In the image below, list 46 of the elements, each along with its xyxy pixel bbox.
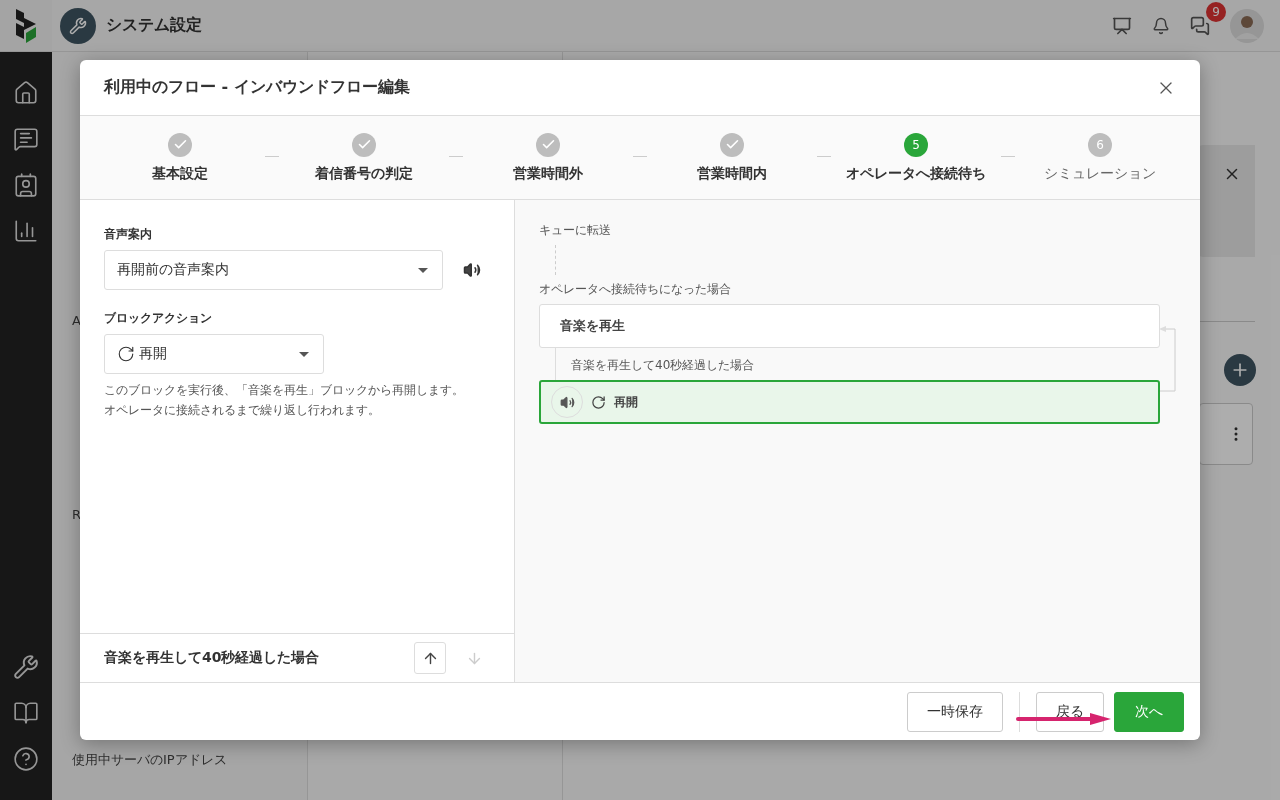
caret-icon [299,351,309,357]
step-number: 5 [904,132,928,157]
flow-block[interactable]: 音楽を再生 [539,304,1160,348]
tools-icon [60,7,96,44]
presentation-board-icon[interactable] [1112,15,1132,36]
step-label: 営業時間外 [513,164,583,183]
message-list-icon[interactable] [13,126,39,152]
step-label: オペレータへ接続待ち [846,164,986,183]
step-number: 6 [1088,132,1112,157]
flow-block[interactable]: 再開 [539,380,1160,424]
speaker-icon[interactable] [463,261,481,279]
refresh-icon [117,345,135,363]
move-up-button[interactable] [414,642,446,674]
loop-connector [1159,326,1177,392]
home-icon[interactable] [13,80,39,106]
avatar[interactable] [1230,8,1264,43]
book-icon[interactable] [13,700,39,726]
voice-select[interactable]: 再開前の音声案内 [104,250,443,290]
bell-icon[interactable] [1152,16,1170,35]
help-text: このブロックを実行後、「音楽を再生」ブロックから再開します。 [104,382,465,399]
bar-chart-icon[interactable] [13,218,39,244]
block-label: 音楽を再生して40秒経過した場合 [104,649,320,667]
branch-label: 音楽を再生して40秒経過した場合 [571,358,755,372]
secondary-button[interactable]: 一時保存 [907,691,1003,732]
action-select[interactable]: 再開 [104,334,324,374]
flow-label: オペレータへ接続待ちになった場合 [539,281,732,298]
help-text: オペレータに接続されるまで繰り返し行われます。 [104,402,381,419]
logo-icon [14,8,38,43]
step-label: 営業時間内 [697,164,767,183]
step-label: シミュレーション [1044,164,1156,183]
contact-card-icon[interactable] [13,172,39,198]
caret-icon [418,267,428,273]
field-label: ブロックアクション [104,310,213,327]
step-label: 基本設定 [152,164,208,183]
nav-item[interactable]: 使用中サーバのIPアドレス [52,748,307,772]
chat-icon[interactable] [1190,15,1210,36]
add-button[interactable] [1224,354,1256,386]
help-icon[interactable] [13,746,39,772]
step-label: 着信番号の判定 [315,164,413,183]
page-title: システム設定 [106,15,202,36]
refresh-icon [591,394,606,410]
tools-icon[interactable] [13,654,39,680]
dialog-title: 利用中のフロー - インバウンドフロー編集 [104,77,410,98]
notification-badge: 9 [1206,1,1226,22]
field-label: 音声案内 [104,226,153,243]
flow-label: キューに転送 [539,222,612,239]
